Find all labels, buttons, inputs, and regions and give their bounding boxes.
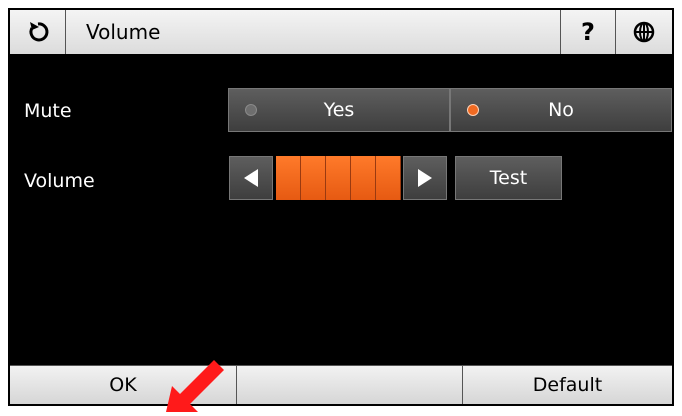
volume-level-segment [301,156,326,200]
mute-yes-option[interactable]: Yes [228,88,450,132]
globe-icon [633,21,655,43]
device-screen: Volume ? Mute Yes No Volume Test OK Defa… [8,8,674,412]
test-button[interactable]: Test [455,156,562,200]
volume-level-bar[interactable] [276,156,401,200]
back-button[interactable] [10,10,66,54]
radio-unselected-icon [245,104,257,116]
volume-level-segment [376,156,401,200]
help-button[interactable]: ? [560,10,616,54]
language-button[interactable] [616,10,672,54]
page-title: Volume [86,20,161,44]
mute-label: Mute [24,100,72,122]
footer-empty-button [237,366,463,404]
default-button[interactable]: Default [463,366,672,404]
triangle-left-icon [244,169,258,187]
mute-no-label: No [548,99,574,121]
mute-yes-label: Yes [323,99,355,121]
volume-level-segment [326,156,351,200]
radio-selected-icon [467,104,479,116]
volume-increase-button[interactable] [403,156,447,200]
volume-level-segment [276,156,301,200]
volume-level-segment [351,156,376,200]
red-arrow-icon [166,360,224,412]
volume-label: Volume [24,170,95,192]
triangle-right-icon [418,169,432,187]
volume-decrease-button[interactable] [229,156,273,200]
mute-no-option[interactable]: No [450,88,672,132]
title-bar: Volume ? [10,10,672,56]
refresh-icon [28,22,48,42]
footer-bar: OK Default [10,365,672,404]
